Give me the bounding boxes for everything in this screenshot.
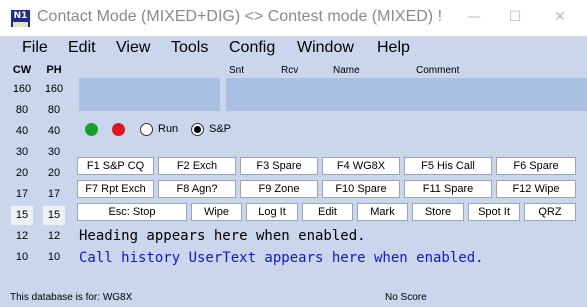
rcv-label: Rcv <box>281 65 299 76</box>
f1-button[interactable]: F1 S&P CQ <box>77 157 154 175</box>
band-ph-20[interactable]: 20 <box>43 164 65 183</box>
snt-label: Snt <box>229 65 245 76</box>
database-status: This database is for: WG8X <box>10 292 133 303</box>
spot-it-button[interactable]: Spot It <box>468 203 520 221</box>
band-ph-12[interactable]: 12 <box>43 227 65 246</box>
rcv-input[interactable] <box>278 78 330 111</box>
status-indicator-green <box>85 123 98 136</box>
callsign-input[interactable] <box>79 78 220 111</box>
band-ph-15[interactable]: 15 <box>43 206 65 225</box>
name-label: Name <box>333 65 360 76</box>
f7-button[interactable]: F7 Rpt Exch <box>77 180 154 198</box>
f10-button[interactable]: F10 Spare <box>322 180 400 198</box>
maximize-button[interactable]: ☐ <box>503 6 527 28</box>
band-ph-160[interactable]: 160 <box>43 80 65 99</box>
comment-input[interactable] <box>413 78 587 111</box>
band-cw-160[interactable]: 160 <box>11 80 33 99</box>
f4-button[interactable]: F4 WG8X <box>322 157 400 175</box>
snt-input[interactable] <box>226 78 278 111</box>
title-bar: N1 Contact Mode (MIXED+DIG) <> Contest m… <box>0 0 587 36</box>
sp-radio[interactable] <box>191 123 204 136</box>
cw-band-column: CW 160 80 40 30 20 17 15 12 10 <box>9 62 35 289</box>
f3-button[interactable]: F3 Spare <box>240 157 318 175</box>
f8-button[interactable]: F8 Agn? <box>158 180 236 198</box>
ph-header: PH <box>46 64 62 76</box>
band-ph-30[interactable]: 30 <box>43 143 65 162</box>
band-cw-10[interactable]: 10 <box>11 248 33 267</box>
band-ph-17[interactable]: 17 <box>43 185 65 204</box>
menu-edit[interactable]: Edit <box>68 39 96 57</box>
score-status: No Score <box>385 292 427 303</box>
ph-band-column: PH 160 80 40 30 20 17 15 12 10 <box>41 62 67 289</box>
band-cw-12[interactable]: 12 <box>11 227 33 246</box>
f11-button[interactable]: F11 Spare <box>404 180 492 198</box>
store-button[interactable]: Store <box>412 203 464 221</box>
menu-bar: File Edit View Tools Config Window Help <box>0 36 587 62</box>
heading-text: Heading appears here when enabled. <box>79 228 366 244</box>
qrz-button[interactable]: QRZ <box>524 203 576 221</box>
status-bar: This database is for: WG8X No Score <box>0 289 587 307</box>
sp-radio-label: S&P <box>209 123 232 135</box>
band-ph-10[interactable]: 10 <box>43 248 65 267</box>
sp-radio-selected-dot <box>194 126 201 133</box>
band-cw-40[interactable]: 40 <box>11 122 33 141</box>
entry-window-body: CW 160 80 40 30 20 17 15 12 10 PH 160 80… <box>0 62 587 289</box>
esc-stop-button[interactable]: Esc: Stop <box>77 203 187 221</box>
f6-button[interactable]: F6 Spare <box>496 157 576 175</box>
menu-tools[interactable]: Tools <box>171 39 208 57</box>
band-cw-30[interactable]: 30 <box>11 143 33 162</box>
band-cw-20[interactable]: 20 <box>11 164 33 183</box>
window-title: Contact Mode (MIXED+DIG) <> Contest mode… <box>37 8 443 25</box>
band-ph-80[interactable]: 80 <box>43 101 65 120</box>
menu-window[interactable]: Window <box>297 39 354 57</box>
name-input[interactable] <box>330 78 413 111</box>
band-ph-40[interactable]: 40 <box>43 122 65 141</box>
edit-button[interactable]: Edit <box>302 203 353 221</box>
menu-view[interactable]: View <box>116 39 150 57</box>
status-indicator-red <box>112 123 125 136</box>
log-it-button[interactable]: Log It <box>246 203 298 221</box>
mark-button[interactable]: Mark <box>357 203 408 221</box>
run-radio-label: Run <box>158 123 179 135</box>
f2-button[interactable]: F2 Exch <box>158 157 236 175</box>
menu-file[interactable]: File <box>22 39 48 57</box>
band-cw-17[interactable]: 17 <box>11 185 33 204</box>
band-cw-15[interactable]: 15 <box>11 206 33 225</box>
menu-help[interactable]: Help <box>377 39 410 57</box>
call-history-text: Call history UserText appears here when … <box>79 250 484 266</box>
f9-button[interactable]: F9 Zone <box>240 180 318 198</box>
run-radio[interactable] <box>140 123 153 136</box>
close-button[interactable]: ✕ <box>548 6 572 28</box>
app-logo-icon: N1 <box>11 10 30 27</box>
menu-config[interactable]: Config <box>229 39 275 57</box>
f12-button[interactable]: F12 Wipe <box>496 180 576 198</box>
minimize-button[interactable]: — <box>462 6 486 28</box>
band-cw-80[interactable]: 80 <box>11 101 33 120</box>
comment-label: Comment <box>416 65 460 76</box>
wipe-button[interactable]: Wipe <box>191 203 242 221</box>
cw-header: CW <box>12 64 32 76</box>
f5-button[interactable]: F5 His Call <box>404 157 492 175</box>
